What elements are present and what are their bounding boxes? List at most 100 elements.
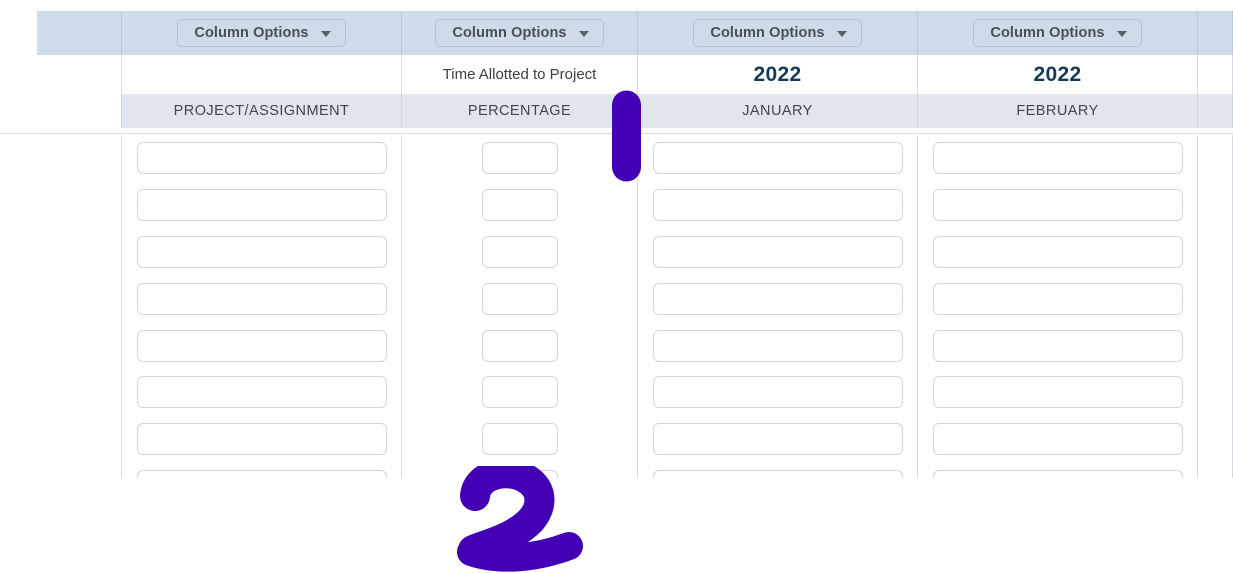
- cell-project: [122, 462, 402, 478]
- february-input[interactable]: [932, 235, 1183, 268]
- project-input[interactable]: [136, 469, 387, 478]
- chevron-down-icon: [578, 30, 589, 37]
- row-overflow-cell: [1198, 415, 1233, 463]
- january-input[interactable]: [652, 189, 903, 222]
- february-input[interactable]: [932, 282, 1183, 315]
- january-input[interactable]: [652, 423, 903, 456]
- january-input[interactable]: [652, 376, 903, 409]
- group-header-percentage-text: Time Allotted to Project: [442, 66, 597, 83]
- february-input[interactable]: [932, 142, 1183, 175]
- column-options-cell-overflow: [1198, 11, 1233, 55]
- cell-february: [918, 415, 1198, 463]
- group-header-percentage: Time Allotted to Project: [402, 55, 638, 94]
- cell-project: [122, 322, 402, 369]
- january-input[interactable]: [652, 329, 903, 362]
- table-row: [37, 181, 1233, 229]
- percentage-input[interactable]: [481, 469, 558, 478]
- cell-january: [638, 462, 918, 478]
- column-label-percentage-text: PERCENTAGE: [467, 103, 572, 119]
- cell-february: [918, 322, 1198, 369]
- row-overflow-cell: [1198, 368, 1233, 416]
- project-input[interactable]: [136, 235, 387, 268]
- year-label-february: 2022: [1033, 62, 1082, 86]
- column-label-project-text: PROJECT/ASSIGNMENT: [173, 103, 350, 119]
- column-label-january: JANUARY: [638, 94, 918, 128]
- project-input[interactable]: [136, 142, 387, 175]
- column-label-january-text: JANUARY: [742, 103, 813, 119]
- cell-project: [122, 368, 402, 416]
- project-input[interactable]: [136, 376, 387, 409]
- cell-percentage: [402, 275, 638, 323]
- cell-project: [122, 181, 402, 229]
- january-input[interactable]: [652, 142, 903, 175]
- february-input[interactable]: [932, 423, 1183, 456]
- column-options-button-february[interactable]: Column Options: [973, 18, 1142, 48]
- cell-february: [918, 181, 1198, 229]
- row-gutter-cell: [37, 228, 122, 276]
- project-input[interactable]: [136, 189, 387, 222]
- chevron-down-icon: [320, 30, 331, 37]
- row-gutter-cell: [37, 368, 122, 416]
- cell-percentage: [402, 181, 638, 229]
- percentage-input[interactable]: [481, 282, 558, 315]
- cell-january: [638, 368, 918, 416]
- cell-february: [918, 135, 1198, 182]
- column-label-project: PROJECT/ASSIGNMENT: [122, 94, 402, 128]
- row-gutter-cell: [37, 275, 122, 323]
- february-input[interactable]: [932, 376, 1183, 409]
- chevron-down-icon: [836, 30, 847, 37]
- group-header-row: Time Allotted to Project 2022 2022: [37, 55, 1233, 94]
- percentage-input[interactable]: [481, 189, 558, 222]
- table-row: [37, 322, 1233, 369]
- february-input[interactable]: [932, 469, 1183, 478]
- row-gutter-cell: [37, 415, 122, 463]
- group-header-february-year: 2022: [918, 55, 1198, 94]
- row-gutter-cell: [37, 462, 122, 478]
- project-input[interactable]: [136, 329, 387, 362]
- row-overflow-cell: [1198, 228, 1233, 276]
- cell-january: [638, 275, 918, 323]
- column-options-cell-percentage: Column Options: [402, 11, 638, 55]
- ink-digit-two: [457, 466, 583, 572]
- column-options-button-project[interactable]: Column Options: [177, 18, 346, 48]
- table-row: [37, 462, 1233, 478]
- column-label-row: PROJECT/ASSIGNMENT PERCENTAGE JANUARY FE…: [37, 94, 1233, 128]
- cell-february: [918, 368, 1198, 416]
- cell-february: [918, 228, 1198, 276]
- percentage-input[interactable]: [481, 376, 558, 409]
- project-input[interactable]: [136, 282, 387, 315]
- row-gutter-cell: [37, 322, 122, 369]
- group-header-project: [122, 55, 402, 94]
- column-options-cell-january: Column Options: [638, 11, 918, 55]
- column-options-cell-gutter: [37, 11, 122, 55]
- february-input[interactable]: [932, 329, 1183, 362]
- row-gutter-cell: [37, 135, 122, 182]
- cell-january: [638, 135, 918, 182]
- table-row: [37, 135, 1233, 182]
- table-row: [37, 368, 1233, 416]
- row-overflow-cell: [1198, 135, 1233, 182]
- project-input[interactable]: [136, 423, 387, 456]
- group-header-overflow: [1198, 55, 1233, 94]
- table-body: [37, 135, 1233, 478]
- column-label-gutter: [37, 94, 122, 128]
- cell-february: [918, 462, 1198, 478]
- row-overflow-cell: [1198, 462, 1233, 478]
- february-input[interactable]: [932, 189, 1183, 222]
- column-options-button-percentage[interactable]: Column Options: [435, 18, 604, 48]
- column-options-cell-february: Column Options: [918, 11, 1198, 55]
- percentage-input[interactable]: [481, 235, 558, 268]
- january-input[interactable]: [652, 469, 903, 478]
- column-options-button-label: Column Options: [194, 24, 309, 41]
- cell-january: [638, 228, 918, 276]
- january-input[interactable]: [652, 235, 903, 268]
- percentage-input[interactable]: [481, 329, 558, 362]
- column-options-button-january[interactable]: Column Options: [693, 18, 862, 48]
- percentage-input[interactable]: [481, 423, 558, 456]
- table-row: [37, 228, 1233, 276]
- january-input[interactable]: [652, 282, 903, 315]
- group-header-january-year: 2022: [638, 55, 918, 94]
- group-header-gutter: [37, 55, 122, 94]
- percentage-input[interactable]: [481, 142, 558, 175]
- cell-percentage: [402, 228, 638, 276]
